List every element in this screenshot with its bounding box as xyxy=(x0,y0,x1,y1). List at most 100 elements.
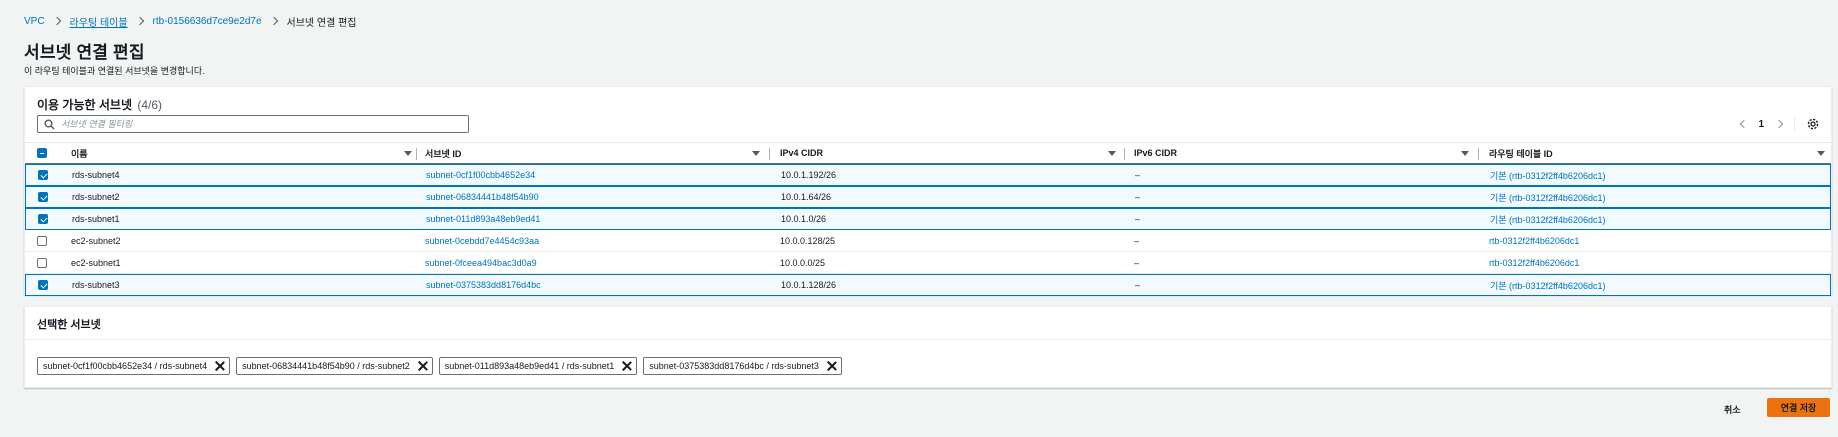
search-icon xyxy=(44,119,55,129)
col-subnet-id[interactable]: 서브넷 ID xyxy=(425,143,461,163)
chevron-left-icon[interactable] xyxy=(1736,117,1749,131)
row-checkbox-cell xyxy=(38,187,48,207)
page-title: 서브넷 연결 편집 xyxy=(24,43,145,62)
row-name: rds-subnet1 xyxy=(72,214,120,224)
row-name: rds-subnet2 xyxy=(72,192,120,202)
column-resizer[interactable] xyxy=(769,148,770,160)
sort-caret-icon[interactable] xyxy=(1817,151,1825,156)
row-subnet-id-link[interactable]: subnet-0375383dd8176d4bc xyxy=(426,275,541,295)
row-ipv6: – xyxy=(1134,235,1140,246)
breadcrumb-route-tables-link[interactable]: 라우팅 테이블 xyxy=(70,14,128,29)
available-subnets-panel: 이용 가능한 서브넷 (4/6) 1 이름 서브넷 ID xyxy=(24,86,1832,296)
subnet-filter-search xyxy=(37,115,469,133)
subnet-token-label: subnet-06834441b48f54b90 / rds-subnet2 xyxy=(242,361,410,371)
divider xyxy=(25,339,1831,340)
select-all-checkbox[interactable] xyxy=(37,148,47,158)
subnet-token-label: subnet-0375383dd8176d4bc / rds-subnet3 xyxy=(649,361,819,371)
row-name: rds-subnet3 xyxy=(72,280,120,290)
chevron-right-icon[interactable] xyxy=(1774,117,1786,131)
subnet-token-label: subnet-0cf1f00cbb4652e34 / rds-subnet4 xyxy=(43,361,208,371)
breadcrumb: VPC 라우팅 테이블 rtb-0156636d7ce9e2d7e 서브넷 연결… xyxy=(24,14,357,29)
col-ipv6-cidr[interactable]: IPv6 CIDR xyxy=(1134,143,1177,163)
breadcrumb-route-table-id-link[interactable]: rtb-0156636d7ce9e2d7e xyxy=(153,16,262,27)
available-subnets-title: 이용 가능한 서브넷 xyxy=(37,98,132,112)
select-all-cell xyxy=(37,143,47,163)
subnets-table: 이름 서브넷 ID IPv4 CIDR IPv6 CIDR 라우팅 테이블 ID… xyxy=(25,142,1831,296)
column-resizer[interactable] xyxy=(416,148,417,160)
close-icon[interactable] xyxy=(827,361,837,371)
row-ipv4: 10.0.0.128/25 xyxy=(780,235,836,246)
sort-caret-icon[interactable] xyxy=(404,151,412,156)
row-name: ec2-subnet2 xyxy=(71,235,121,246)
subnet-token: subnet-06834441b48f54b90 / rds-subnet2 xyxy=(236,357,433,375)
table-row[interactable]: ec2-subnet1 subnet-0fceea494bac3d0a9 10.… xyxy=(25,252,1831,274)
selected-subnet-tokens: subnet-0cf1f00cbb4652e34 / rds-subnet4 s… xyxy=(37,357,848,375)
available-subnets-count: (4/6) xyxy=(137,98,163,112)
pager-divider xyxy=(1794,116,1795,132)
row-ipv4: 10.0.1.64/26 xyxy=(781,192,832,202)
gear-icon[interactable] xyxy=(1807,118,1819,130)
row-checkbox[interactable] xyxy=(38,280,48,290)
col-route-table-id[interactable]: 라우팅 테이블 ID xyxy=(1489,143,1553,163)
close-icon[interactable] xyxy=(215,361,225,371)
row-ipv4: 10.0.0.0/25 xyxy=(780,257,826,268)
breadcrumb-vpc-link[interactable]: VPC xyxy=(24,16,45,27)
row-checkbox[interactable] xyxy=(38,192,48,202)
table-row[interactable]: rds-subnet1 subnet-011d893a48eb9ed41 10.… xyxy=(25,208,1831,230)
subnet-filter-input[interactable] xyxy=(61,119,441,129)
row-checkbox[interactable] xyxy=(37,235,47,246)
row-subnet-id-link[interactable]: subnet-0cf1f00cbb4652e34 xyxy=(426,165,535,185)
row-subnet-id-link[interactable]: subnet-06834441b48f54b90 xyxy=(426,187,539,207)
row-checkbox-cell xyxy=(38,165,48,185)
row-name: ec2-subnet1 xyxy=(71,257,121,268)
row-route-table-link[interactable]: 기본 (rtb-0312f2ff4b6206dc1) xyxy=(1490,209,1605,229)
row-checkbox-cell xyxy=(37,252,47,273)
row-subnet-id-link[interactable]: subnet-0fceea494bac3d0a9 xyxy=(425,252,537,273)
page-number[interactable]: 1 xyxy=(1758,119,1764,130)
row-ipv4: 10.0.1.128/26 xyxy=(781,280,837,290)
col-ipv4-cidr[interactable]: IPv4 CIDR xyxy=(780,143,823,163)
row-checkbox[interactable] xyxy=(38,214,48,224)
row-route-table-link[interactable]: rtb-0312f2ff4b6206dc1 xyxy=(1489,230,1579,251)
table-row[interactable]: ec2-subnet2 subnet-0cebdd7e4454c93aa 10.… xyxy=(25,230,1831,252)
row-route-table-link[interactable]: 기본 (rtb-0312f2ff4b6206dc1) xyxy=(1490,275,1605,295)
subnet-token: subnet-011d893a48eb9ed41 / rds-subnet1 xyxy=(438,357,638,375)
cancel-button[interactable]: 취소 xyxy=(1724,400,1741,418)
sort-caret-icon[interactable] xyxy=(752,151,760,156)
row-checkbox[interactable] xyxy=(38,170,48,180)
close-icon[interactable] xyxy=(622,361,632,371)
row-checkbox[interactable] xyxy=(37,257,47,268)
selected-subnets-panel: 선택한 서브넷 subnet-0cf1f00cbb4652e34 / rds-s… xyxy=(24,306,1832,388)
row-route-table-link[interactable]: 기본 (rtb-0312f2ff4b6206dc1) xyxy=(1490,187,1605,207)
row-ipv6: – xyxy=(1135,170,1141,180)
available-subnets-header: 이용 가능한 서브넷 (4/6) xyxy=(37,96,162,113)
subnet-token: subnet-0cf1f00cbb4652e34 / rds-subnet4 xyxy=(37,357,231,375)
row-route-table-link[interactable]: rtb-0312f2ff4b6206dc1 xyxy=(1489,252,1579,273)
table-row[interactable]: rds-subnet3 subnet-0375383dd8176d4bc 10.… xyxy=(25,274,1831,296)
col-name[interactable]: 이름 xyxy=(71,143,88,163)
page-description: 이 라우팅 테이블과 연결된 서브넷을 변경합니다. xyxy=(24,66,205,76)
chevron-right-icon xyxy=(269,16,278,26)
close-icon[interactable] xyxy=(418,361,428,371)
column-resizer[interactable] xyxy=(1124,148,1125,160)
column-resizer[interactable] xyxy=(1478,148,1479,160)
sort-caret-icon[interactable] xyxy=(1108,151,1116,156)
row-checkbox-cell xyxy=(37,230,47,251)
row-checkbox-cell xyxy=(38,275,48,295)
row-ipv6: – xyxy=(1135,280,1141,290)
chevron-right-icon xyxy=(135,16,144,26)
row-ipv6: – xyxy=(1135,192,1141,202)
table-row[interactable]: rds-subnet2 subnet-06834441b48f54b90 10.… xyxy=(25,186,1831,208)
row-route-table-link[interactable]: 기본 (rtb-0312f2ff4b6206dc1) xyxy=(1490,165,1605,185)
sort-caret-icon[interactable] xyxy=(1461,151,1469,156)
row-ipv6: – xyxy=(1134,257,1140,268)
chevron-right-icon xyxy=(52,16,61,26)
row-subnet-id-link[interactable]: subnet-0cebdd7e4454c93aa xyxy=(425,230,539,251)
subnet-token-label: subnet-011d893a48eb9ed41 / rds-subnet1 xyxy=(444,361,615,371)
breadcrumb-current: 서브넷 연결 편집 xyxy=(286,17,357,29)
pagination: 1 xyxy=(1736,116,1819,132)
row-subnet-id-link[interactable]: subnet-011d893a48eb9ed41 xyxy=(426,209,540,229)
table-row[interactable]: rds-subnet4 subnet-0cf1f00cbb4652e34 10.… xyxy=(25,164,1831,186)
subnet-token: subnet-0375383dd8176d4bc / rds-subnet3 xyxy=(643,357,842,375)
save-associations-button[interactable]: 연결 저장 xyxy=(1767,398,1830,417)
